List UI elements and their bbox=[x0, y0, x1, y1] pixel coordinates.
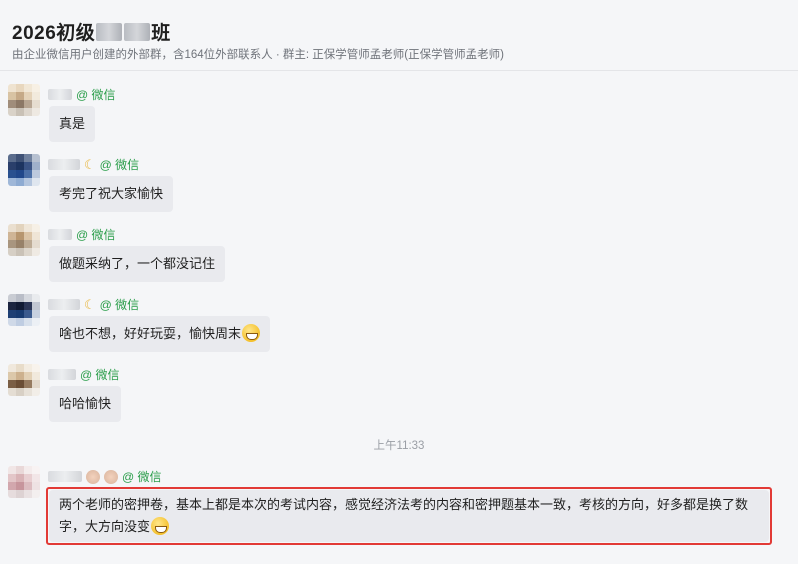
avatar[interactable] bbox=[8, 364, 40, 396]
sender-source: @ 微信 bbox=[80, 368, 120, 382]
moon-icon: ☾ bbox=[84, 156, 96, 172]
sender-source: @ 微信 bbox=[122, 470, 162, 484]
moon-icon: ☾ bbox=[84, 296, 96, 312]
chat-header: 2026初级 班 由企业微信用户创建的外部群，含164位外部联系人 · 群主: 正… bbox=[0, 0, 798, 71]
sender-source: @ 微信 bbox=[76, 228, 116, 242]
sender-row: ☾ @ 微信 bbox=[48, 156, 139, 173]
group-subtitle: 由企业微信用户创建的外部群，含164位外部联系人 · 群主: 正保学管师孟老师(… bbox=[12, 49, 504, 61]
grin-emoji-icon bbox=[242, 324, 261, 342]
redacted-name bbox=[48, 369, 76, 380]
emoji-icon bbox=[104, 469, 118, 484]
redacted-name bbox=[48, 89, 72, 100]
sender-row: @ 微信 bbox=[48, 226, 116, 243]
group-title-prefix: 2026初级 bbox=[12, 23, 96, 44]
message-bubble[interactable]: 哈哈愉快 bbox=[49, 386, 122, 422]
emoji-icon bbox=[86, 469, 100, 484]
message-bubble[interactable]: 考完了祝大家愉快 bbox=[49, 176, 174, 212]
redacted-name bbox=[48, 159, 80, 170]
redacted-text bbox=[96, 23, 123, 41]
sender-source: @ 微信 bbox=[99, 298, 140, 312]
group-title-suffix: 班 bbox=[151, 23, 171, 44]
sender-row: @ 微信 bbox=[48, 86, 116, 103]
redacted-text bbox=[124, 23, 151, 41]
avatar[interactable] bbox=[8, 84, 40, 116]
sender-row: @ 微信 bbox=[48, 366, 120, 383]
avatar[interactable] bbox=[8, 294, 40, 326]
avatar[interactable] bbox=[8, 466, 40, 498]
redacted-name bbox=[48, 299, 80, 310]
timestamp: 上午11:33 bbox=[373, 440, 425, 452]
message-text: 啥也不想，好好玩耍，愉快周末 bbox=[59, 326, 242, 341]
avatar[interactable] bbox=[8, 224, 40, 256]
sender-source: @ 微信 bbox=[76, 88, 116, 102]
sender-row: ☾ @ 微信 bbox=[48, 296, 139, 313]
redacted-name bbox=[48, 229, 72, 240]
redacted-name bbox=[48, 471, 82, 482]
sender-row: @ 微信 bbox=[48, 468, 162, 485]
message-bubble[interactable]: 啥也不想，好好玩耍，愉快周末 bbox=[49, 316, 271, 352]
highlight-box bbox=[46, 487, 772, 545]
sender-source: @ 微信 bbox=[99, 158, 140, 172]
message-bubble[interactable]: 真是 bbox=[49, 106, 96, 142]
message-bubble[interactable]: 做题采纳了，一个都没记住 bbox=[49, 246, 226, 282]
avatar[interactable] bbox=[8, 154, 40, 186]
group-title: 2026初级 班 bbox=[12, 18, 171, 45]
